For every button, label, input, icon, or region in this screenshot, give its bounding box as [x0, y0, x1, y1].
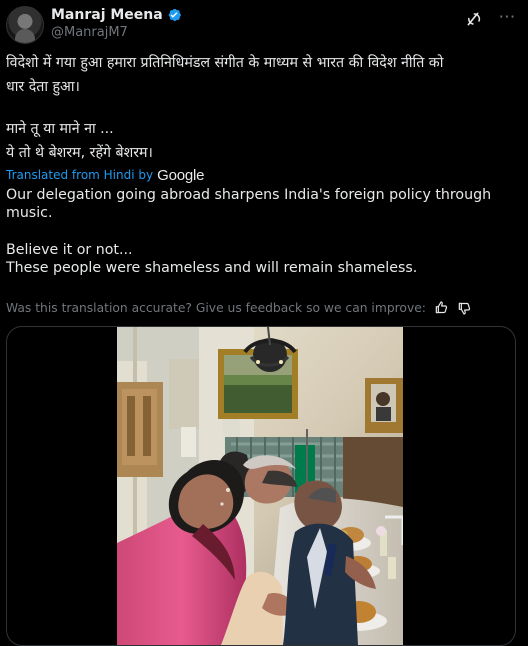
author-name[interactable]: Manraj Meena [51, 6, 163, 24]
translated-tweet-text: Our delegation going abroad sharpens Ind… [6, 186, 516, 277]
more-icon[interactable]: ⋯ [496, 8, 516, 28]
grok-icon[interactable] [465, 10, 483, 28]
tweet-post[interactable]: Manraj Meena @ManrajM7 ⋯ विदेशो में गया … [0, 0, 528, 646]
author-identity: Manraj Meena @ManrajM7 [51, 6, 182, 42]
translation-feedback: Was this translation accurate? Give us f… [6, 299, 472, 317]
translation-line-1: Our delegation going abroad sharpens Ind… [6, 187, 492, 203]
original-line-2: धार देता हुआ। [6, 79, 80, 95]
translation-line-4: These people were shameless and will rem… [6, 260, 418, 276]
author-avatar[interactable] [6, 6, 44, 44]
video-thumbnail[interactable] [117, 327, 403, 645]
verified-badge-icon [168, 8, 181, 22]
post-header: Manraj Meena @ManrajM7 ⋯ [6, 6, 518, 46]
translation-line-2: music. [6, 205, 53, 221]
original-line-3: माने तू या माने ना ... [6, 121, 114, 137]
translation-spacer [6, 222, 516, 241]
feedback-prompt: Was this translation accurate? Give us f… [6, 301, 426, 315]
thumbs-up-icon[interactable] [433, 300, 449, 316]
translation-line-3: Believe it or not... [6, 242, 133, 258]
thumbs-down-icon[interactable] [456, 300, 472, 316]
original-tweet-text: विदेशो में गया हुआ हमारा प्रतिनिधिमंडल स… [6, 51, 516, 165]
dinner-scene-video-frame [117, 327, 403, 645]
original-line-4: ये तो थे बेशरम, रहेंगे बेशरम। [6, 145, 153, 161]
author-name-row[interactable]: Manraj Meena [51, 6, 182, 24]
translation-attribution[interactable]: Translated from Hindi by Google [6, 165, 204, 185]
author-handle[interactable]: @ManrajM7 [51, 24, 182, 42]
translated-from-label[interactable]: Translated from Hindi by [6, 168, 153, 182]
google-logo-text: Google [157, 166, 205, 184]
original-line-1: विदेशो में गया हुआ हमारा प्रतिनिधिमंडल स… [6, 55, 444, 71]
video-media-card[interactable] [6, 326, 516, 646]
